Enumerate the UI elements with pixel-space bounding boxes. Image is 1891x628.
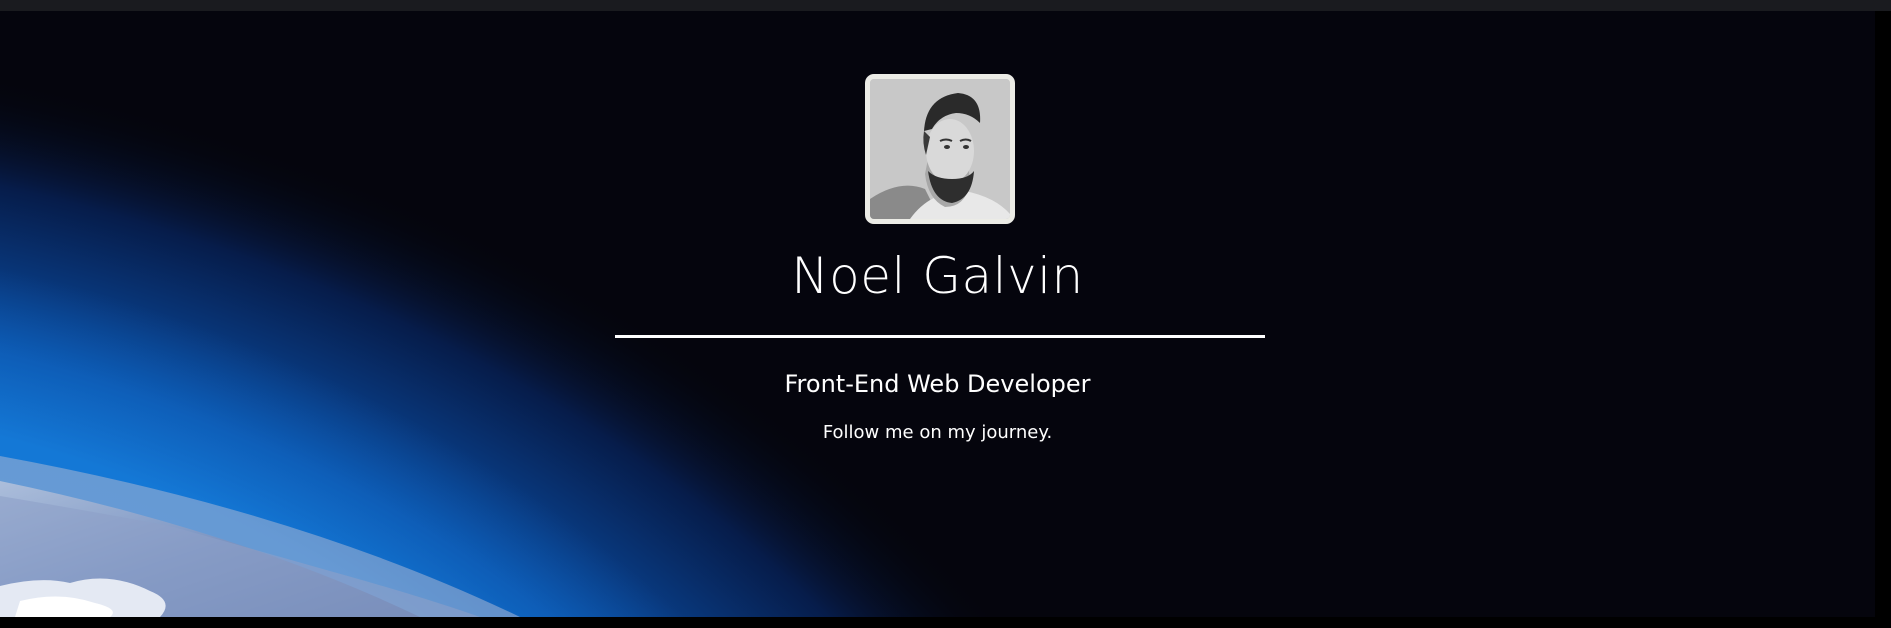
- top-bar: [0, 0, 1891, 11]
- right-edge-strip: [1875, 11, 1891, 628]
- profile-photo-icon: [870, 79, 1010, 219]
- avatar: [865, 74, 1015, 224]
- profile-role: Front-End Web Developer: [784, 370, 1091, 398]
- profile-tagline: Follow me on my journey.: [822, 422, 1053, 443]
- bottom-edge-strip: [0, 617, 1891, 628]
- title-divider: [615, 335, 1265, 338]
- profile-name: Noel Galvin: [791, 247, 1084, 305]
- hero-section: Noel Galvin Front-End Web Developer Foll…: [0, 11, 1875, 617]
